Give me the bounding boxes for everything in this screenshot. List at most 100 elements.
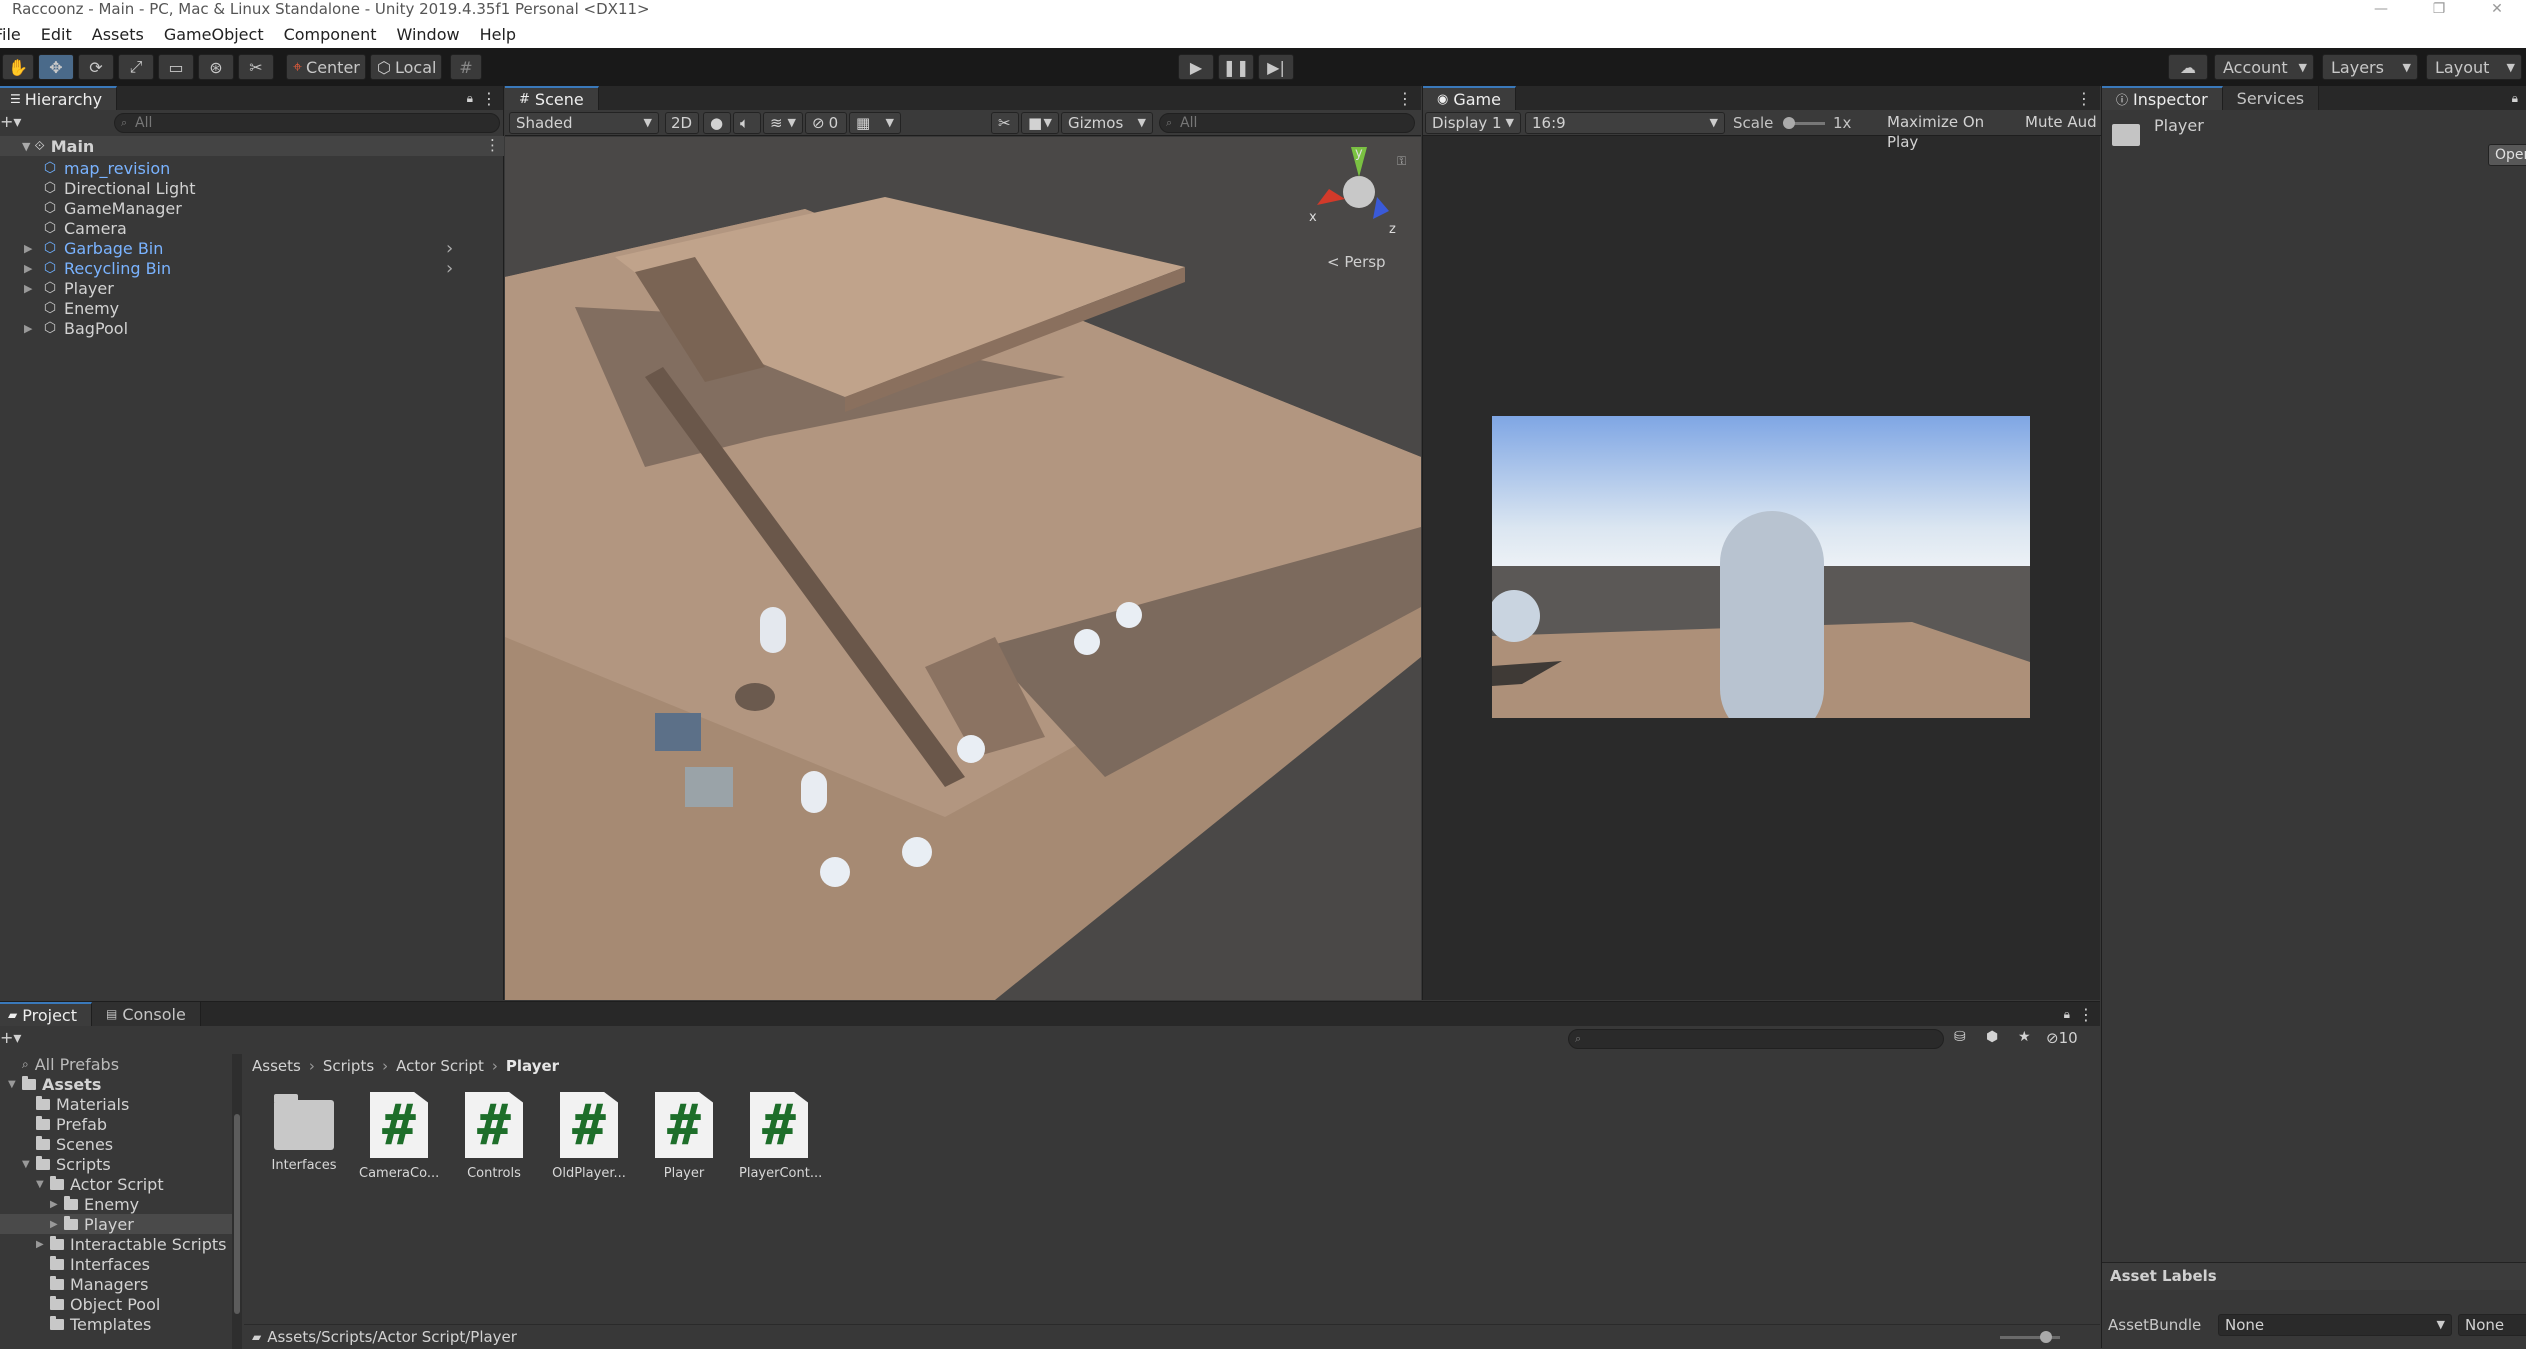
breadcrumb-assets[interactable]: Assets: [252, 1057, 301, 1075]
mute-audio-toggle[interactable]: Mute Aud: [2019, 112, 2101, 134]
rect-tool-button[interactable]: ▭: [158, 54, 194, 80]
asset-item[interactable]: # PlayerCont...: [739, 1092, 822, 1182]
menu-window[interactable]: Window: [386, 25, 469, 44]
aspect-dropdown[interactable]: 16:9 ▼: [1525, 112, 1725, 134]
asset-item[interactable]: # Player: [644, 1092, 724, 1182]
pivot-mode-button[interactable]: ⌖ Center: [286, 54, 366, 80]
tab-project[interactable]: ▰ Project: [0, 1002, 92, 1026]
project-search-input[interactable]: ⌕: [1568, 1029, 1944, 1049]
project-folder-item[interactable]: Object Pool: [0, 1294, 232, 1314]
tab-scene[interactable]: # Scene: [505, 86, 599, 110]
minimize-button[interactable]: —: [2352, 0, 2410, 19]
kebab-menu-icon[interactable]: ⋮: [481, 89, 497, 108]
asset-item[interactable]: Interfaces: [264, 1092, 344, 1182]
lighting-toggle[interactable]: ●: [703, 112, 731, 134]
favorite-star-icon[interactable]: ★: [2018, 1029, 2031, 1045]
tab-hierarchy[interactable]: ☰ Hierarchy: [0, 86, 118, 110]
effects-dropdown[interactable]: ≋ ▼: [763, 112, 803, 134]
menu-help[interactable]: Help: [470, 25, 526, 44]
asset-bundle-dropdown[interactable]: None ▼: [2218, 1314, 2452, 1336]
hierarchy-item[interactable]: ⬡ Camera: [42, 218, 127, 238]
tab-services[interactable]: Services: [2222, 86, 2320, 110]
lock-icon[interactable]: 🔒︎: [2512, 91, 2518, 106]
search-by-type-icon[interactable]: ⛁: [1954, 1029, 1966, 1045]
hierarchy-item[interactable]: ▶ ⬡ Garbage Bin: [24, 238, 163, 258]
expanded-triangle-icon[interactable]: ▼: [36, 1179, 50, 1190]
hidden-packages-toggle[interactable]: ⊘10: [2046, 1029, 2078, 1047]
restore-button[interactable]: ❐: [2410, 0, 2468, 19]
close-button[interactable]: ✕: [2468, 0, 2526, 19]
rotate-tool-button[interactable]: ⟳: [78, 54, 114, 80]
asset-bundle-variant-dropdown[interactable]: None: [2458, 1314, 2526, 1336]
project-folder-item[interactable]: ▶ Enemy: [0, 1194, 232, 1214]
hierarchy-item[interactable]: ⬡ GameManager: [42, 198, 182, 218]
hierarchy-item[interactable]: ⬡ Enemy: [42, 298, 119, 318]
layout-dropdown[interactable]: Layout ▼: [2426, 54, 2522, 80]
expand-triangle-icon[interactable]: ▶: [50, 1219, 64, 1230]
pause-button[interactable]: ❚❚: [1218, 54, 1254, 80]
projection-mode-label[interactable]: < Persp: [1327, 253, 1386, 271]
icon-size-slider-handle[interactable]: [2040, 1331, 2052, 1343]
tab-console[interactable]: ▤ Console: [91, 1002, 201, 1026]
expand-triangle-icon[interactable]: ▶: [50, 1199, 64, 1210]
snap-button[interactable]: #: [450, 54, 482, 80]
asset-item[interactable]: # OldPlayer...: [549, 1092, 629, 1182]
tree-scrollbar-thumb[interactable]: [234, 1114, 240, 1314]
hierarchy-item[interactable]: ⬡ Directional Light: [42, 178, 196, 198]
maximize-on-play-toggle[interactable]: Maximize On Play: [1881, 112, 2017, 151]
project-folder-item[interactable]: Templates: [0, 1314, 232, 1334]
expanded-triangle-icon[interactable]: ▼: [8, 1079, 22, 1090]
kebab-menu-icon[interactable]: ⋮: [2076, 89, 2092, 108]
audio-toggle[interactable]: 🔈︎: [733, 112, 761, 134]
hierarchy-item[interactable]: ▶ ⬡ Recycling Bin: [24, 258, 171, 278]
project-folder-item[interactable]: ▶ Interactable Scripts: [0, 1234, 232, 1254]
open-button[interactable]: Open: [2488, 144, 2526, 166]
move-tool-button[interactable]: ✥: [38, 54, 74, 80]
expand-triangle-icon[interactable]: ▶: [36, 1239, 50, 1250]
tree-scrollbar[interactable]: [232, 1054, 242, 1349]
custom-tool-button[interactable]: ✂: [238, 54, 274, 80]
project-folder-item[interactable]: Scenes: [0, 1134, 232, 1154]
scene-viewport[interactable]: y x z < Persp ⚿: [505, 137, 1421, 1000]
scene-tools-button[interactable]: ✂: [991, 112, 1019, 134]
display-dropdown[interactable]: Display 1 ▼: [1425, 112, 1521, 134]
transform-tool-button[interactable]: ⊛: [198, 54, 234, 80]
camera-settings-dropdown[interactable]: ■ ▼: [1021, 112, 1059, 134]
2d-toggle[interactable]: 2D: [665, 112, 699, 134]
hierarchy-item[interactable]: ▶ ⬡ BagPool: [24, 318, 128, 338]
create-plus-icon[interactable]: +▾: [0, 112, 21, 131]
project-folder-item[interactable]: Interfaces: [0, 1254, 232, 1274]
lock-icon[interactable]: 🔒︎: [467, 91, 473, 106]
asset-item[interactable]: # Controls: [454, 1092, 534, 1182]
menu-component[interactable]: Component: [274, 25, 387, 44]
project-folder-item[interactable]: Prefab: [0, 1114, 232, 1134]
project-folder-item[interactable]: Managers: [0, 1274, 232, 1294]
project-folder-item[interactable]: ▼ Assets: [0, 1074, 232, 1094]
menu-gameobject[interactable]: GameObject: [154, 25, 274, 44]
project-folder-item[interactable]: ▼ Scripts: [0, 1154, 232, 1174]
scene-visibility-toggle[interactable]: ⊘ 0: [805, 112, 847, 134]
lock-icon[interactable]: ⚿: [1397, 154, 1406, 168]
play-button[interactable]: ▶: [1178, 54, 1214, 80]
create-plus-icon[interactable]: +▾: [0, 1028, 21, 1047]
tab-game[interactable]: ◉ Game: [1423, 86, 1516, 110]
grid-dropdown[interactable]: ▦ ▼: [849, 112, 901, 134]
hierarchy-search-input[interactable]: ⌕ All: [114, 113, 500, 133]
step-button[interactable]: ▶|: [1258, 54, 1294, 80]
icon-size-slider[interactable]: [2000, 1331, 2060, 1343]
project-folder-item[interactable]: Materials: [0, 1094, 232, 1114]
shading-mode-dropdown[interactable]: Shaded ▼: [509, 112, 659, 134]
scene-search-input[interactable]: ⌕ All: [1159, 113, 1415, 133]
game-render[interactable]: [1492, 416, 2030, 718]
expand-triangle-icon[interactable]: ▶: [24, 282, 32, 295]
account-dropdown[interactable]: Account ▼: [2214, 54, 2314, 80]
hierarchy-item[interactable]: ⬡ map_revision: [42, 158, 170, 178]
search-by-label-icon[interactable]: ⬢: [1986, 1029, 1998, 1045]
menu-edit[interactable]: Edit: [31, 25, 82, 44]
scene-row[interactable]: ▼ ⟐ Main ⋮: [0, 136, 504, 156]
scale-slider-handle[interactable]: [1783, 117, 1795, 129]
menu-file[interactable]: File: [0, 25, 31, 44]
breadcrumb-actor-script[interactable]: Actor Script: [396, 1057, 484, 1075]
lock-icon[interactable]: 🔒︎: [2064, 1007, 2070, 1022]
breadcrumb-player[interactable]: Player: [506, 1057, 559, 1075]
